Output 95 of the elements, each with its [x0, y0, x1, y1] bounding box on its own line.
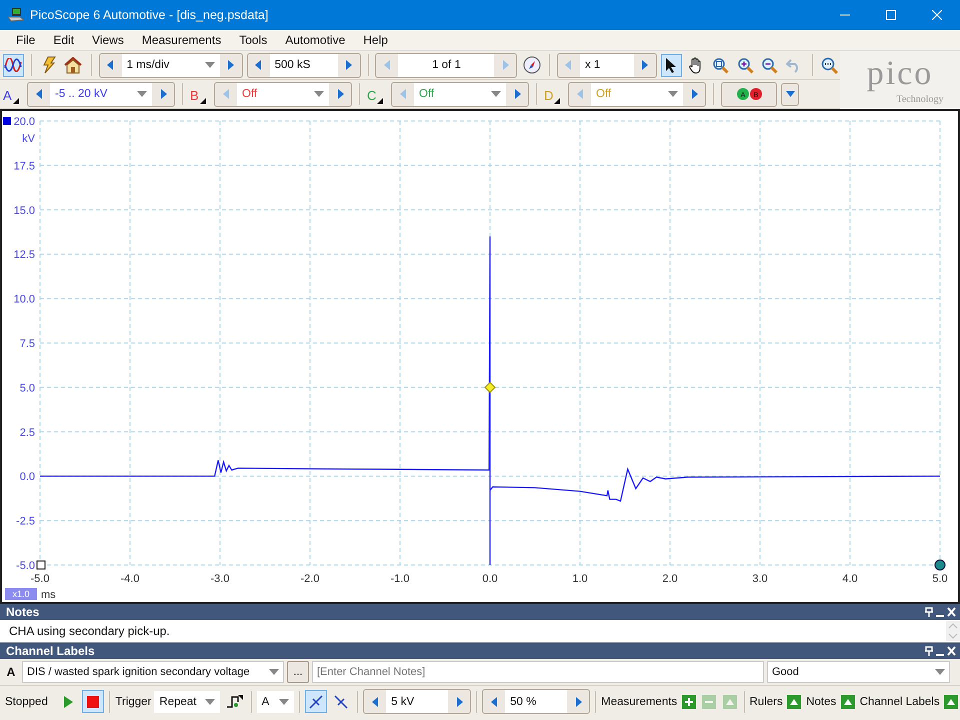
x-axis-label: 4.0 [842, 573, 858, 585]
dropdown-corner-icon [12, 98, 19, 104]
ruler-handle[interactable] [934, 560, 946, 570]
panel-title: Channel Labels [6, 644, 96, 658]
more-button[interactable]: ... [287, 661, 309, 683]
magnifier-icon [820, 56, 839, 74]
y-axis-label: 17.5 [14, 160, 35, 172]
ruler-handle[interactable] [36, 560, 46, 570]
x-axis-label: 2.0 [662, 573, 678, 585]
menu-item[interactable]: Help [357, 33, 394, 47]
zoom-in-icon [736, 56, 754, 74]
dropdown-corner-icon [377, 98, 384, 104]
trigger-channel-field[interactable]: A [256, 690, 294, 712]
x-axis-label: 0.0 [482, 573, 498, 585]
dropdown-button[interactable] [781, 82, 799, 106]
caret-icon [205, 698, 216, 704]
caret-icon [278, 698, 289, 704]
x-axis-label: 5.0 [932, 573, 948, 585]
caret-icon [786, 91, 794, 97]
pointer-icon [665, 56, 678, 74]
panel-title: Notes [6, 605, 40, 619]
menu-item[interactable]: Automotive [279, 33, 352, 47]
dropdown-corner-icon [200, 98, 206, 104]
app-icon [8, 8, 24, 22]
y-axis-label: 20.0 [14, 116, 35, 128]
channel-letter: A [6, 665, 16, 679]
y-axis-label: 5.0 [20, 382, 35, 394]
y-axis-label: 7.5 [20, 338, 35, 350]
toggle-label: Channel Labels [860, 696, 940, 708]
compass-icon [522, 56, 541, 74]
x-axis-label: -5.0 [30, 573, 50, 585]
y-axis-label: 10.0 [14, 294, 35, 306]
rising-edge-button[interactable] [304, 690, 327, 713]
trigger-marker[interactable] [484, 382, 496, 394]
x-axis-label: -3.0 [210, 573, 230, 585]
dropdown-corner-icon [554, 98, 560, 104]
minus-icon [702, 694, 716, 708]
y-axis-unit: kV [22, 133, 35, 145]
x-axis-label: -1.0 [390, 573, 410, 585]
toggle-label: Rulers [750, 696, 783, 708]
menu-item[interactable]: Edit [47, 33, 80, 47]
stop-icon [87, 696, 100, 708]
zoom-badge: x1.0 [5, 588, 37, 600]
logo-tagline: Technology [896, 94, 944, 106]
y-axis-label: -2.5 [16, 516, 35, 528]
logo-text: pico [866, 54, 934, 94]
y-axis-label: 12.5 [14, 249, 35, 262]
rising-edge-icon [308, 694, 324, 710]
menu-item[interactable]: Tools [233, 33, 274, 47]
falling-edge-icon [333, 694, 350, 710]
pointer-tool-button[interactable] [660, 54, 682, 76]
channel-label-field[interactable]: DIS / wasted spark ignition secondary voltage [22, 661, 284, 683]
trigger-mode-field[interactable]: Repeat [154, 690, 220, 712]
scrollbar-icon[interactable] [946, 621, 960, 641]
trigger-label: Trigger [115, 696, 152, 708]
toggle-label: Notes [806, 696, 836, 708]
measurements-label: Measurements [601, 696, 678, 708]
x-axis-label: 1.0 [572, 573, 588, 585]
pin-icon[interactable] [925, 607, 933, 617]
x-axis-label: 3.0 [752, 573, 768, 585]
y-axis-label: 15.0 [14, 204, 35, 217]
caret-icon [269, 669, 279, 675]
x-axis-unit: ms [41, 589, 56, 601]
menu-item[interactable]: Measurements [136, 33, 228, 47]
menu-item[interactable]: Views [86, 33, 130, 47]
maximize-icon[interactable] [886, 10, 896, 20]
plus-icon [682, 694, 696, 708]
status-text: Stopped [5, 696, 48, 708]
compass-button[interactable] [521, 54, 542, 76]
channel-marker[interactable] [3, 117, 11, 125]
scope-mode-button[interactable] [3, 54, 24, 76]
menu-item[interactable]: File [10, 33, 42, 47]
y-axis-label: 2.5 [20, 426, 35, 439]
quality-field[interactable]: Good [767, 661, 950, 683]
zoom-out-icon [761, 56, 778, 74]
notes-text: CHA using secondary pick-up. [9, 624, 171, 638]
stop-button[interactable] [82, 690, 104, 713]
x-axis-label: -2.0 [300, 573, 320, 585]
pin-icon[interactable] [925, 646, 933, 656]
window-title: PicoScope 6 Automotive - [dis_neg.psdata] [30, 8, 270, 22]
x-axis-label: -4.0 [120, 573, 140, 585]
channel-button[interactable]: A [3, 84, 23, 104]
lightning-icon [42, 56, 56, 74]
channel-notes-field[interactable]: [Enter Channel Notes] [312, 661, 764, 683]
pulse-icon [226, 694, 244, 710]
caret-icon [935, 669, 945, 675]
close-icon[interactable] [947, 646, 956, 656]
home-icon [64, 56, 82, 74]
close-icon[interactable] [947, 607, 956, 617]
y-axis-label: 0.0 [20, 471, 35, 484]
play-icon [63, 696, 73, 708]
y-axis-label: -5.0 [16, 560, 35, 572]
waveform-icon [4, 58, 22, 72]
close-icon[interactable] [932, 10, 942, 20]
magnifier-icon [712, 56, 729, 74]
